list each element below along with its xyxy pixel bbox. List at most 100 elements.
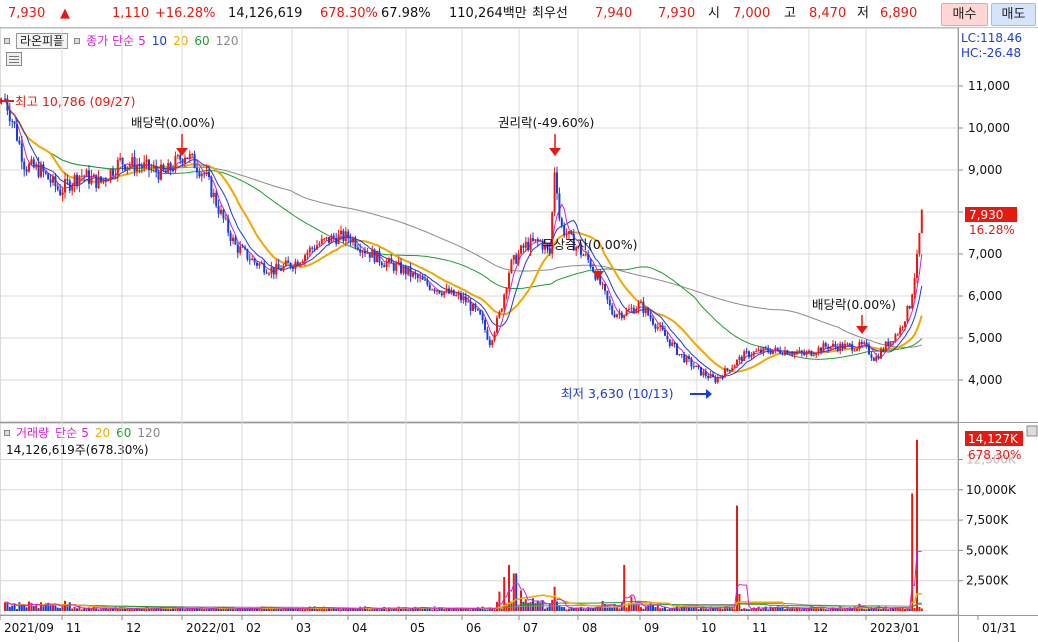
candle-body [649,315,652,319]
candle-body [664,329,666,336]
candle-body [23,161,26,170]
candle-body [359,249,362,253]
candle-body [188,154,191,159]
candle-body [793,352,796,355]
candle-body [186,157,189,159]
candle-body [416,274,419,279]
candle-body [210,176,213,197]
volume-bar [16,609,18,611]
volume-bar [553,586,556,611]
chart-canvas[interactable]: 11,00010,0009,0008,0007,0006,0005,0004,0… [0,0,1038,642]
candle-body [265,272,268,274]
candle-body [692,366,695,368]
volume-bar [659,608,662,611]
candle-body [503,294,506,309]
volume-bar [584,609,587,611]
volume-settings-icon[interactable] [1026,425,1038,437]
volume-bar [371,609,374,611]
price-y-tick: 9,000 [968,163,1002,177]
candle-body [719,376,722,378]
candle-body [652,318,654,325]
volume-bar [618,608,621,611]
candle-body [635,309,638,313]
candle-body [625,310,628,316]
candle-body [767,348,770,352]
volume-bar [661,608,664,611]
candle-body [776,347,779,350]
candle-body [316,245,318,250]
volume-bar [469,609,472,611]
candle-body [882,349,885,351]
candle-body [330,235,333,243]
candle-body [299,262,302,266]
candle-body [13,121,16,124]
ma20-line [4,98,923,373]
volume-bar [71,608,74,611]
volume-bar [784,609,786,611]
volume-bar [796,608,798,611]
candle-body [736,360,738,366]
candle-body [196,168,198,173]
volume-bar [500,608,503,611]
candle-body [143,162,146,168]
candle-body [913,278,916,295]
candle-body [395,263,398,271]
volume-bar [805,608,808,611]
volume-bar [484,609,486,611]
candle-body [817,347,820,354]
candle-body [539,240,542,242]
candle-body [181,159,184,164]
candle-body [244,247,246,249]
candle-body [88,170,90,184]
candle-body [421,277,424,280]
candle-body [109,169,112,181]
candle-body [673,342,676,344]
candle-body [520,245,522,254]
candle-body [328,237,330,243]
candle-body [222,209,225,219]
candle-body [56,186,59,190]
candle-body [380,262,383,266]
candle-body [107,180,110,182]
candle-body [455,294,458,296]
candle-body [505,288,508,295]
volume-bar [690,608,693,611]
annotation-rights: 권리락(-49.60%) [498,115,594,156]
candle-body [601,284,604,286]
candle-body [529,238,532,251]
candle-body [104,179,107,182]
volume-bar [56,607,59,611]
candle-body [136,165,138,172]
candle-body [808,350,810,353]
candle-body [383,265,386,268]
volume-bar [611,607,614,611]
annotation-high: 최고 10,786 (09/27) [0,94,135,109]
volume-bar [304,609,306,611]
candle-body [606,290,609,300]
volume-bar [128,608,131,611]
candle-body [289,262,292,268]
volume-bar [431,609,434,611]
volume-bar [299,609,302,611]
candle-body [332,235,335,238]
candle-body [304,255,306,262]
candle-body [532,238,534,241]
volume-bar [169,609,172,611]
candle-body [476,308,479,311]
candle-body [275,264,278,275]
candle-body [534,239,537,241]
volume-tag: 14,127K 678.30% [965,425,1038,462]
candle-body [443,291,446,296]
candle-body [894,334,897,342]
volume-bar [28,601,30,611]
candle-body [236,244,239,253]
volume-bar [560,606,563,611]
volume-bar [798,608,801,611]
volume-bar [707,609,710,611]
candle-body [248,259,251,261]
candle-body [150,168,153,170]
candle-body [918,233,921,254]
candle-body [896,334,899,336]
volume-bar [892,608,894,611]
candle-body [762,347,765,353]
